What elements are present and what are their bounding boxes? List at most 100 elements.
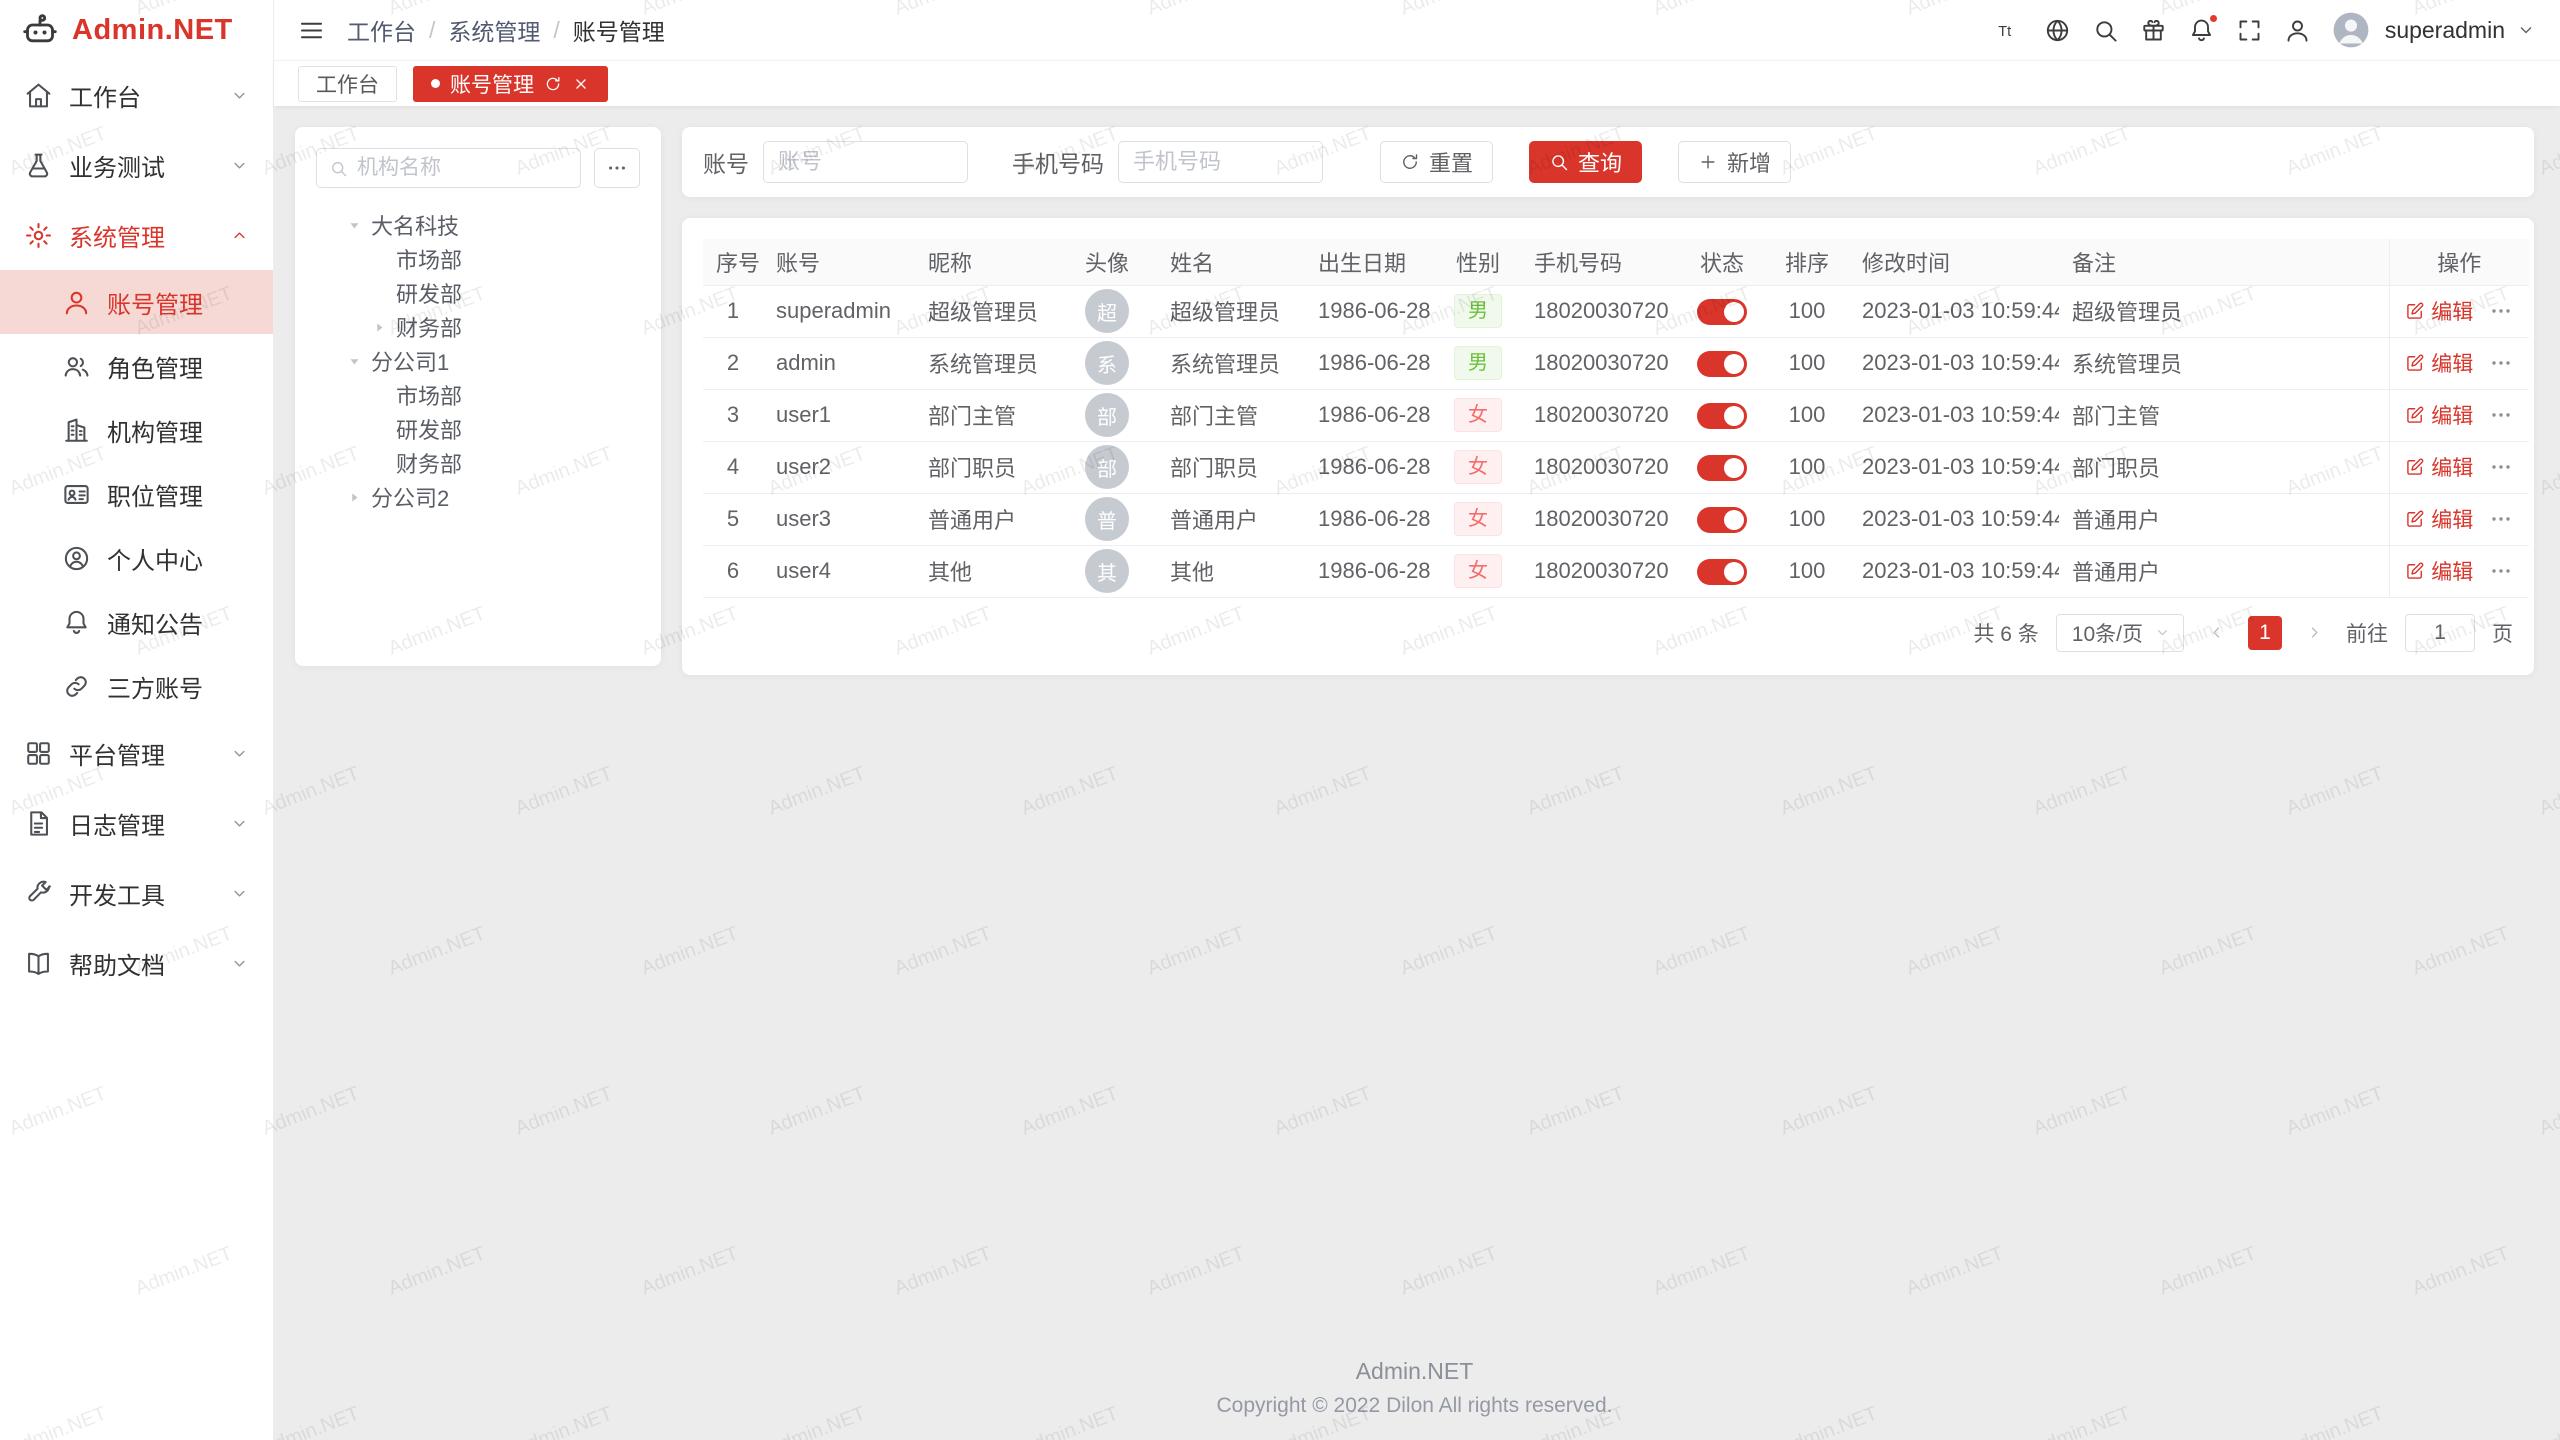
sidebar-item-platform-management[interactable]: 平台管理 bbox=[0, 718, 273, 788]
edit-button[interactable]: 编辑 bbox=[2405, 400, 2473, 430]
sidebar-item-system-management[interactable]: 系统管理 bbox=[0, 200, 273, 270]
sidebar-item-org-management[interactable]: 机构管理 bbox=[0, 398, 273, 462]
status-toggle[interactable] bbox=[1697, 351, 1747, 377]
tree-node[interactable]: 市场部 bbox=[316, 378, 640, 412]
tree-node[interactable]: 分公司2 bbox=[316, 480, 640, 514]
user-config-icon[interactable] bbox=[2284, 17, 2311, 44]
sidebar-item-position-management[interactable]: 职位管理 bbox=[0, 462, 273, 526]
tree-node[interactable]: 研发部 bbox=[316, 276, 640, 310]
edit-icon bbox=[2405, 457, 2425, 477]
cell-account: user2 bbox=[763, 441, 915, 493]
text-size-icon[interactable]: Tt bbox=[1996, 17, 2023, 44]
tab-1[interactable]: 账号管理 bbox=[413, 66, 608, 102]
cell-gender: 女 bbox=[1435, 545, 1521, 597]
more-actions-button[interactable] bbox=[2489, 403, 2513, 427]
chevron-up-icon bbox=[230, 226, 249, 245]
status-toggle[interactable] bbox=[1697, 455, 1747, 481]
reset-button[interactable]: 重置 bbox=[1380, 141, 1493, 183]
table-row: 1superadmin超级管理员超超级管理员1986-06-28男1802003… bbox=[703, 285, 2529, 337]
tree-caret-icon[interactable] bbox=[345, 488, 371, 507]
tree-node[interactable]: 财务部 bbox=[316, 310, 640, 344]
cell-account: admin bbox=[763, 337, 915, 389]
idcard-icon bbox=[62, 480, 91, 509]
status-toggle[interactable] bbox=[1697, 507, 1747, 533]
sidebar-item-workbench[interactable]: 工作台 bbox=[0, 60, 273, 130]
close-icon[interactable] bbox=[572, 75, 590, 93]
tree-node[interactable]: 大名科技 bbox=[316, 208, 640, 242]
sidebar-item-log-management[interactable]: 日志管理 bbox=[0, 788, 273, 858]
logo[interactable]: Admin.NET bbox=[0, 0, 273, 60]
cell-phone: 18020030720 bbox=[1521, 493, 1679, 545]
query-bar: 账号 手机号码 重置 查询 新增 bbox=[682, 127, 2534, 197]
tree-caret-icon[interactable] bbox=[345, 352, 371, 371]
tab-0[interactable]: 工作台 bbox=[298, 66, 397, 102]
org-search-input[interactable] bbox=[357, 149, 568, 187]
more-actions-button[interactable] bbox=[2489, 299, 2513, 323]
next-page-button[interactable] bbox=[2299, 618, 2329, 648]
tree-node[interactable]: 分公司1 bbox=[316, 344, 640, 378]
cell-index: 3 bbox=[703, 389, 763, 441]
cell-name: 部门职员 bbox=[1157, 441, 1305, 493]
tree-node[interactable]: 市场部 bbox=[316, 242, 640, 276]
edit-button[interactable]: 编辑 bbox=[2405, 452, 2473, 482]
tree-node-label: 财务部 bbox=[396, 447, 462, 479]
cell-name: 超级管理员 bbox=[1157, 285, 1305, 337]
org-more-button[interactable] bbox=[594, 148, 640, 188]
sidebar-item-help-docs[interactable]: 帮助文档 bbox=[0, 928, 273, 998]
app-root: Admin.NETAdmin.NETAdmin.NETAdmin.NETAdmi… bbox=[0, 0, 2560, 1440]
cell-modified: 2023-01-03 10:59:44 bbox=[1849, 337, 2059, 389]
edit-button[interactable]: 编辑 bbox=[2405, 504, 2473, 534]
tree-caret-icon[interactable] bbox=[345, 216, 371, 235]
tree-node-label: 研发部 bbox=[396, 413, 462, 445]
sidebar-item-personal-center[interactable]: 个人中心 bbox=[0, 526, 273, 590]
tools-icon bbox=[24, 879, 53, 908]
phone-input[interactable] bbox=[1118, 141, 1323, 183]
username[interactable]: superadmin bbox=[2385, 17, 2505, 44]
more-actions-button[interactable] bbox=[2489, 507, 2513, 531]
cell-status bbox=[1679, 285, 1765, 337]
column-header: 序号 bbox=[703, 239, 763, 285]
sidebar-item-role-management[interactable]: 角色管理 bbox=[0, 334, 273, 398]
prev-page-button[interactable] bbox=[2201, 618, 2231, 648]
cell-avatar: 部 bbox=[1057, 441, 1157, 493]
menu-collapse-icon[interactable] bbox=[298, 17, 325, 44]
footer-copyright: Copyright © 2022 Dilon All rights reserv… bbox=[295, 1394, 2534, 1418]
user-avatar[interactable] bbox=[2332, 11, 2370, 49]
edit-button[interactable]: 编辑 bbox=[2405, 296, 2473, 326]
fullscreen-icon[interactable] bbox=[2236, 17, 2263, 44]
sidebar-item-account-management[interactable]: 账号管理 bbox=[0, 270, 273, 334]
refresh-icon[interactable] bbox=[544, 75, 562, 93]
status-toggle[interactable] bbox=[1697, 403, 1747, 429]
tree-node[interactable]: 财务部 bbox=[316, 446, 640, 480]
sidebar-item-notice-announcement[interactable]: 通知公告 bbox=[0, 590, 273, 654]
breadcrumb-item[interactable]: 工作台 bbox=[347, 13, 416, 47]
cell-index: 5 bbox=[703, 493, 763, 545]
more-actions-button[interactable] bbox=[2489, 351, 2513, 375]
cell-name: 普通用户 bbox=[1157, 493, 1305, 545]
cell-index: 4 bbox=[703, 441, 763, 493]
add-button[interactable]: 新增 bbox=[1678, 141, 1791, 183]
edit-button[interactable]: 编辑 bbox=[2405, 348, 2473, 378]
page-size-select[interactable]: 10条/页 bbox=[2056, 614, 2184, 652]
status-toggle[interactable] bbox=[1697, 299, 1747, 325]
language-icon[interactable] bbox=[2044, 17, 2071, 44]
more-actions-button[interactable] bbox=[2489, 455, 2513, 479]
breadcrumb-item[interactable]: 系统管理 bbox=[448, 13, 540, 47]
notification-bell-icon[interactable] bbox=[2188, 17, 2215, 44]
sidebar-item-business-test[interactable]: 业务测试 bbox=[0, 130, 273, 200]
theme-icon[interactable] bbox=[2140, 17, 2167, 44]
sidebar-item-dev-tools[interactable]: 开发工具 bbox=[0, 858, 273, 928]
search-icon[interactable] bbox=[2092, 17, 2119, 44]
sidebar-item-third-party-account[interactable]: 三方账号 bbox=[0, 654, 273, 718]
account-input[interactable] bbox=[763, 141, 968, 183]
chevron-down-icon[interactable] bbox=[2516, 20, 2536, 40]
tree-caret-icon[interactable] bbox=[370, 318, 396, 337]
status-toggle[interactable] bbox=[1697, 559, 1747, 585]
more-actions-button[interactable] bbox=[2489, 559, 2513, 583]
search-button[interactable]: 查询 bbox=[1529, 141, 1642, 183]
goto-page-input[interactable] bbox=[2405, 614, 2475, 652]
edit-button[interactable]: 编辑 bbox=[2405, 556, 2473, 586]
column-header: 出生日期 bbox=[1305, 239, 1435, 285]
page-1-button[interactable]: 1 bbox=[2248, 616, 2282, 650]
tree-node[interactable]: 研发部 bbox=[316, 412, 640, 446]
